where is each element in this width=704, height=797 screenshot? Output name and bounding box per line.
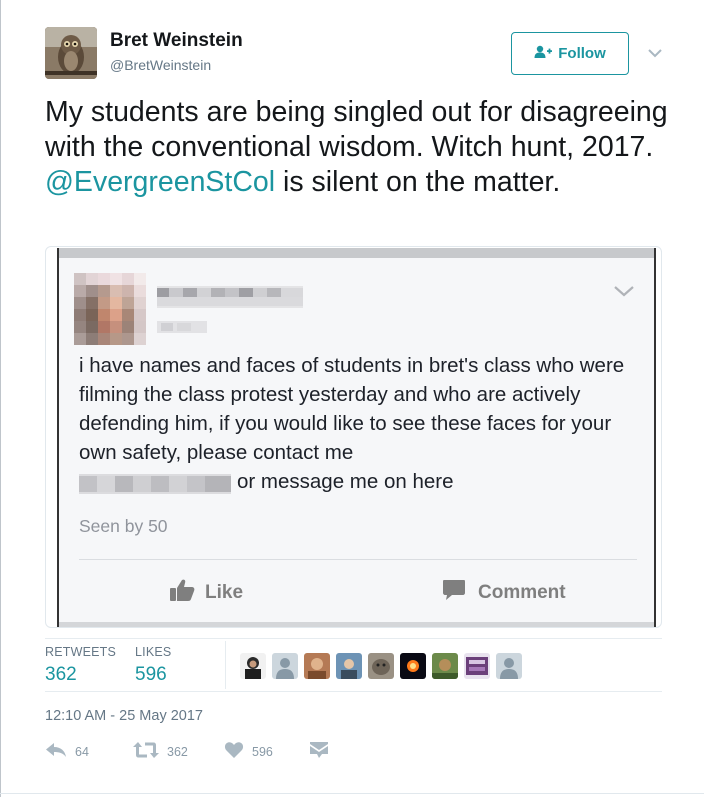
blurred-avatar	[74, 273, 146, 345]
like-button[interactable]: 596	[224, 741, 273, 762]
liker-avatar[interactable]	[464, 653, 490, 679]
reply-icon	[45, 741, 67, 762]
stats-bottom-divider	[45, 691, 662, 692]
retweet-count: 362	[167, 744, 188, 759]
likes-stat[interactable]: LIKES 596	[135, 645, 171, 686]
envelope-icon	[310, 741, 328, 762]
facebook-post-screenshot: i have names and faces of students in br…	[57, 248, 656, 627]
add-user-icon	[534, 45, 553, 63]
post-body: i have names and faces of students in br…	[79, 354, 625, 464]
thumbs-up-icon	[169, 578, 195, 608]
author-name[interactable]: Bret Weinstein	[110, 30, 243, 52]
chevron-down-icon[interactable]	[646, 44, 664, 62]
fb-comment-label: Comment	[478, 582, 566, 603]
liker-avatar[interactable]	[304, 653, 330, 679]
follow-button-label: Follow	[558, 45, 606, 62]
screenshot-top-bar	[59, 248, 654, 258]
default-avatar-icon[interactable]	[496, 653, 522, 679]
tweet-text: My students are being singled out for di…	[45, 95, 670, 200]
tweet-media-image[interactable]: i have names and faces of students in br…	[45, 246, 662, 628]
blurred-contact-info	[79, 473, 231, 494]
fb-like-button: Like	[169, 578, 243, 608]
author-avatar[interactable]	[45, 27, 97, 79]
tweet-bottom-border	[0, 793, 704, 794]
liker-avatars	[240, 653, 522, 679]
mention-link[interactable]: @EvergreenStCol	[45, 166, 275, 198]
tweet-text-end: is silent on the matter.	[275, 166, 561, 198]
retweets-count: 362	[45, 664, 77, 685]
seen-count: Seen by 50	[79, 516, 168, 536]
retweet-button[interactable]: 362	[133, 741, 188, 762]
follow-button[interactable]: Follow	[511, 32, 629, 75]
tweet-timestamp[interactable]: 12:10 AM - 25 May 2017	[45, 708, 203, 724]
liker-avatar[interactable]	[400, 653, 426, 679]
blurred-poster-name	[157, 286, 303, 313]
screenshot-bottom-bar	[59, 622, 654, 627]
post-options-chevron-icon	[613, 284, 635, 303]
like-count: 596	[252, 744, 273, 759]
facebook-post-text: i have names and faces of students in br…	[79, 351, 649, 496]
stats-top-divider	[45, 638, 662, 639]
post-body-end: or message me on here	[237, 470, 454, 493]
retweet-icon	[133, 741, 159, 762]
direct-message-button[interactable]	[310, 741, 328, 762]
likes-label: LIKES	[135, 645, 172, 659]
liker-avatar[interactable]	[336, 653, 362, 679]
blurred-post-time	[157, 320, 207, 338]
fb-like-label: Like	[205, 582, 244, 603]
post-divider	[79, 559, 637, 560]
author-handle[interactable]: @BretWeinstein	[110, 57, 211, 73]
speech-bubble-icon	[442, 578, 466, 608]
window-left-edge	[0, 0, 1, 797]
liker-avatar[interactable]	[240, 653, 266, 679]
liker-avatar[interactable]	[368, 653, 394, 679]
fb-comment-button: Comment	[442, 578, 566, 608]
stats-divider	[225, 641, 226, 689]
liker-avatar[interactable]	[432, 653, 458, 679]
default-avatar-icon[interactable]	[272, 653, 298, 679]
heart-icon	[224, 741, 244, 762]
retweets-stat[interactable]: RETWEETS 362	[45, 645, 116, 686]
tweet-text-start: My students are being singled out for di…	[45, 96, 668, 163]
reply-count: 64	[75, 744, 89, 759]
reply-button[interactable]: 64	[45, 741, 89, 762]
likes-count: 596	[135, 664, 167, 685]
retweets-label: RETWEETS	[45, 645, 117, 659]
